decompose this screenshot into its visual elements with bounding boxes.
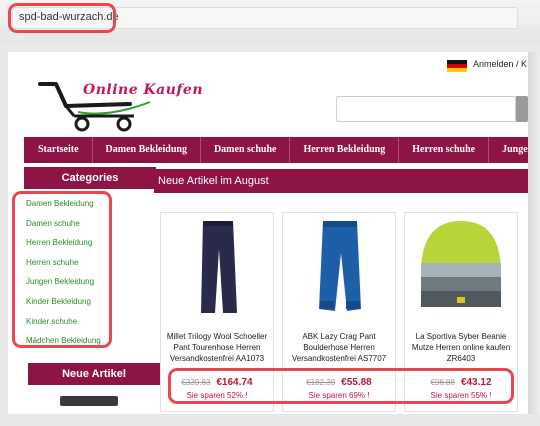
nav-item-startseite[interactable]: Startseite xyxy=(24,137,93,163)
german-flag-icon[interactable] xyxy=(447,60,467,72)
product-image[interactable] xyxy=(283,213,395,323)
product-image[interactable] xyxy=(405,213,517,323)
product-title[interactable]: Millet Trilogy Wool Schoeller Pant Toure… xyxy=(165,331,269,364)
prices-highlight xyxy=(168,368,514,404)
search-button[interactable] xyxy=(516,96,528,122)
main-nav: Startseite Damen Bekleidung Damen schuhe… xyxy=(24,137,528,163)
main-section-title: Neue Artikel im August xyxy=(154,169,528,193)
product-image[interactable] xyxy=(161,213,273,323)
nav-item-herren-schuhe[interactable]: Herren schuhe xyxy=(399,137,490,163)
login-link[interactable]: Anmelden / K xyxy=(473,59,527,69)
nav-item-damen-bekleidung[interactable]: Damen Bekleidung xyxy=(93,137,201,163)
page-shadow xyxy=(528,52,540,414)
new-article-thumbnail[interactable] xyxy=(60,396,118,406)
url-highlight xyxy=(8,3,116,33)
nav-item-herren-bekleidung[interactable]: Herren Bekleidung xyxy=(290,137,400,163)
new-articles-heading: Neue Artikel xyxy=(28,363,160,385)
categories-heading: Categories xyxy=(24,167,156,189)
site-logo[interactable]: Online Kaufen xyxy=(38,80,203,132)
nav-item-damen-schuhe[interactable]: Damen schuhe xyxy=(201,137,291,163)
logo-text: Online Kaufen xyxy=(83,82,203,98)
product-title[interactable]: ABK Lazy Crag Pant Boulderhose Herren Ve… xyxy=(287,331,391,364)
categories-highlight xyxy=(12,191,112,348)
search-input[interactable] xyxy=(336,96,516,122)
product-title[interactable]: La Sportiva Syber Beanie Mutze Herren on… xyxy=(409,331,513,364)
nav-item-jungen-bekleidung[interactable]: Jungen Bekleidung xyxy=(489,137,528,163)
